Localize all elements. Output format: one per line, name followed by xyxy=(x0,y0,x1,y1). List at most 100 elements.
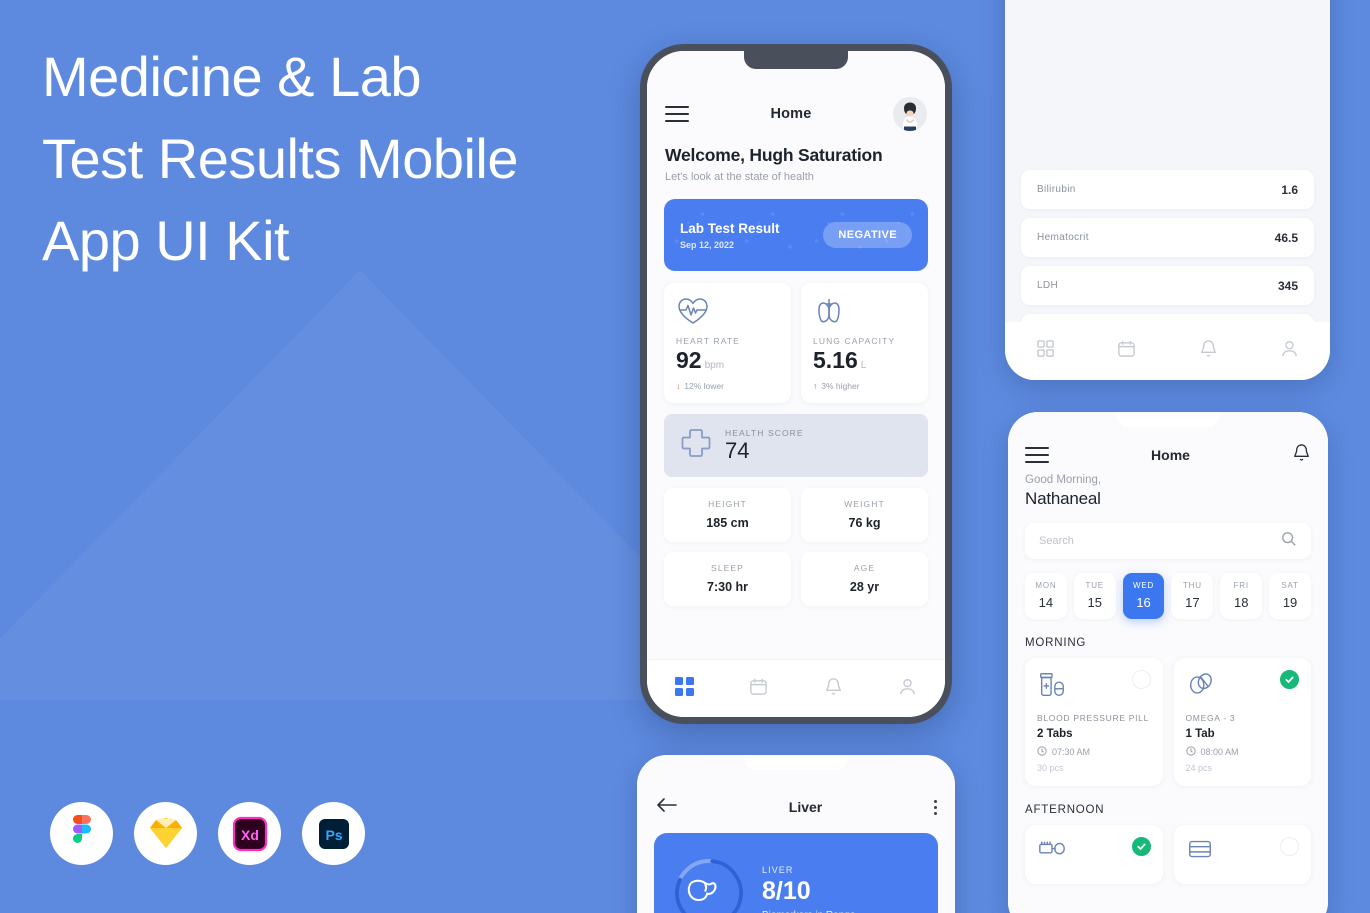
heart-rate-icon xyxy=(676,296,779,330)
hamburger-icon[interactable] xyxy=(1025,447,1049,463)
mini-stat-value: 185 cm xyxy=(706,516,749,530)
day-dow: THU xyxy=(1182,581,1202,590)
calendar-icon[interactable] xyxy=(749,677,768,701)
metric-card-heart-rate[interactable]: HEART RATE 92 bpm ↓ 12% lower xyxy=(664,283,791,403)
phone-home-screen: Home Welcome, Hugh Saturation Let's look… xyxy=(640,44,952,724)
photoshop-logo: Ps xyxy=(302,802,365,865)
grid-icon[interactable] xyxy=(674,676,694,701)
day-dow: FRI xyxy=(1233,581,1249,590)
software-logo-row: Xd Ps xyxy=(50,802,365,865)
hero-heading: Medicine & Lab Test Results Mobile App U… xyxy=(42,36,602,281)
phone-liver-screen: Liver LIVER 8/10 Biomarkers in Range xyxy=(637,755,955,913)
person-icon[interactable] xyxy=(898,677,917,701)
liver-score: 8/10 xyxy=(762,877,811,906)
arrow-down-icon: ↓ xyxy=(676,381,681,391)
blister-pack-icon xyxy=(1186,837,1214,868)
sketch-logo xyxy=(134,802,197,865)
medication-time: 07:30 AM xyxy=(1037,746,1151,758)
medication-card-afternoon-1[interactable] xyxy=(1025,825,1163,884)
medication-checkbox[interactable] xyxy=(1280,670,1299,689)
metric-number: 5.16 xyxy=(813,347,858,373)
lab-banner-title: Lab Test Result xyxy=(680,220,780,236)
day-chip-wed[interactable]: WED 16 xyxy=(1122,573,1165,619)
liver-label: LIVER xyxy=(762,865,794,876)
table-row[interactable]: Hematocrit 46.5 xyxy=(1021,218,1314,257)
table-row[interactable]: LDH 345 xyxy=(1021,266,1314,305)
medication-time: 08:00 AM xyxy=(1185,746,1300,758)
day-chip-thu[interactable]: THU 17 xyxy=(1171,573,1214,619)
back-arrow-icon[interactable] xyxy=(655,796,677,819)
mini-stats-grid: HEIGHT 185 cm WEIGHT 76 kg SLEEP 7:30 hr… xyxy=(664,488,928,606)
medication-card-blood-pressure-pill[interactable]: BLOOD PRESSURE PILL 2 Tabs 07:30 AM 30 p… xyxy=(1025,658,1163,786)
metric-unit: bpm xyxy=(704,360,725,371)
mini-stat-label: HEIGHT xyxy=(708,499,747,509)
metric-unit: L xyxy=(860,360,867,371)
day-dow: WED xyxy=(1133,581,1155,590)
mini-stat-value: 28 yr xyxy=(849,580,880,594)
kebab-menu-icon[interactable] xyxy=(934,799,937,815)
day-chip-mon[interactable]: MON 14 xyxy=(1025,573,1067,619)
page-title: Liver xyxy=(788,799,823,815)
metric-trend-label: 12% lower xyxy=(684,381,724,391)
phone-notch xyxy=(744,51,848,69)
search-icon[interactable] xyxy=(1281,531,1297,552)
phone-notch xyxy=(1116,412,1220,427)
mini-stat-value: 7:30 hr xyxy=(707,580,748,594)
mini-stat-height[interactable]: HEIGHT 185 cm xyxy=(664,488,791,542)
medication-checkbox[interactable] xyxy=(1131,837,1151,856)
status-badge: NEGATIVE xyxy=(823,222,912,248)
mini-stat-label: SLEEP xyxy=(711,563,744,573)
calendar-icon[interactable] xyxy=(1117,339,1136,363)
day-selector: MON 14 TUE 15 WED 16 THU 17 FRI 18 SAT 1… xyxy=(1025,573,1311,619)
grid-icon[interactable] xyxy=(1036,339,1055,363)
table-row[interactable]: Bilirubin 1.6 xyxy=(1021,170,1314,209)
metric-number: 92 xyxy=(676,347,702,373)
bell-icon[interactable] xyxy=(824,677,843,701)
clock-icon xyxy=(1185,746,1196,758)
hero-line-1: Medicine & Lab xyxy=(42,45,422,108)
mini-stat-age[interactable]: AGE 28 yr xyxy=(801,552,928,606)
medication-checkbox[interactable] xyxy=(1280,837,1299,856)
hero-line-3: App UI Kit xyxy=(42,208,290,272)
lab-tabbar xyxy=(1005,322,1330,380)
lab-test-result-banner[interactable]: Lab Test Result Sep 12, 2022 NEGATIVE xyxy=(664,199,928,271)
day-num: 19 xyxy=(1282,595,1298,610)
bell-icon[interactable] xyxy=(1199,339,1218,363)
day-chip-sat[interactable]: SAT 19 xyxy=(1269,573,1311,619)
lab-row-value: 1.6 xyxy=(1281,182,1298,197)
syringe-icon xyxy=(1037,837,1067,868)
mini-stat-sleep[interactable]: SLEEP 7:30 hr xyxy=(664,552,791,606)
hamburger-icon[interactable] xyxy=(665,106,689,122)
day-dow: SAT xyxy=(1281,581,1299,590)
liver-score-card[interactable]: LIVER 8/10 Biomarkers in Range xyxy=(654,833,938,913)
search-bar[interactable] xyxy=(1025,523,1311,559)
medication-checkbox[interactable] xyxy=(1131,670,1151,689)
day-chip-fri[interactable]: FRI 18 xyxy=(1220,573,1263,619)
medication-name: BLOOD PRESSURE PILL xyxy=(1037,713,1150,723)
search-input[interactable] xyxy=(1039,535,1281,547)
metric-card-lung-capacity[interactable]: LUNG CAPACITY 5.16 L ↑ 3% higher xyxy=(801,283,928,403)
svg-text:Ps: Ps xyxy=(325,827,342,843)
day-dow: MON xyxy=(1035,581,1057,590)
lab-row-name: Hematocrit xyxy=(1037,232,1089,243)
avatar[interactable] xyxy=(893,97,927,131)
metric-trend: ↑ 3% higher xyxy=(813,381,916,391)
mini-stat-weight[interactable]: WEIGHT 76 kg xyxy=(801,488,928,542)
medication-name: OMEGA - 3 xyxy=(1185,713,1236,723)
welcome-subtitle: Let's look at the state of health xyxy=(665,171,814,183)
bell-icon[interactable] xyxy=(1292,443,1311,467)
day-chip-tue[interactable]: TUE 15 xyxy=(1073,573,1116,619)
medication-card-omega-3[interactable]: OMEGA - 3 1 Tab 08:00 AM 24 pcs xyxy=(1173,658,1311,786)
mini-stat-value: 76 kg xyxy=(848,516,881,530)
person-icon[interactable] xyxy=(1280,339,1299,363)
health-score-card[interactable]: HEALTH SCORE 74 xyxy=(664,414,928,477)
section-heading-afternoon: AFTERNOON xyxy=(1025,804,1105,816)
greeting-label: Good Morning, xyxy=(1025,474,1102,486)
medication-card-afternoon-2[interactable] xyxy=(1173,825,1311,884)
welcome-block: Welcome, Hugh Saturation Let's look at t… xyxy=(647,137,945,183)
mini-stat-label: AGE xyxy=(853,563,876,573)
lab-row-name: LDH xyxy=(1037,280,1059,291)
medication-dose: 1 Tab xyxy=(1185,728,1215,740)
arrow-up-icon: ↑ xyxy=(813,381,818,391)
day-num: 14 xyxy=(1038,595,1054,610)
